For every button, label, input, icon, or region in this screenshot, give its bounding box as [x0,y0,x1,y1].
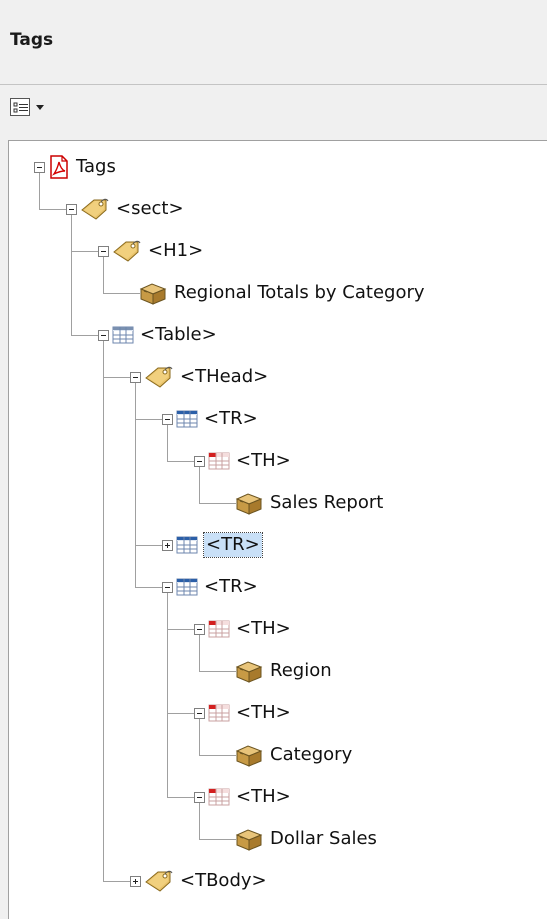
collapse-icon[interactable] [194,624,205,635]
panel-toolbar [0,85,547,140]
collapse-icon[interactable] [162,582,173,593]
tag-icon [144,365,174,393]
tree-node-label: <TH> [236,702,291,723]
collapse-icon[interactable] [162,414,173,425]
tree-node-label: Sales Report [270,492,384,513]
collapse-icon[interactable] [194,708,205,719]
table-header-cell-icon [208,452,230,474]
tree-node-label: <TBody> [180,870,267,891]
expand-icon[interactable] [130,876,141,887]
content-box-icon [234,491,264,519]
pdf-icon [48,155,70,183]
options-menu-icon [10,98,30,116]
tree-node-label: <TH> [236,450,291,471]
tag-icon [144,869,174,897]
collapse-icon[interactable] [130,372,141,383]
table-row-icon [176,410,198,432]
tree-node-label: Regional Totals by Category [174,282,425,303]
table-header-cell-icon [208,620,230,642]
tree-node[interactable] [9,867,547,895]
tree-node-label: <TR> [204,408,258,429]
content-box-icon [234,743,264,771]
content-box-icon [234,827,264,855]
table-row-icon [176,536,198,558]
tree-node[interactable] [9,405,547,433]
content-box-icon [138,281,168,309]
tree-node-label: Region [270,660,332,681]
tree-node-label: <H1> [148,240,204,261]
tree-node-label: <sect> [116,198,184,219]
tree-node-label: Category [270,744,353,765]
tag-icon [80,197,110,225]
tree-node[interactable] [9,321,547,349]
tags-tree[interactable]: Tags <sect> <H1> Regional Totals by Categor… [8,140,547,919]
collapse-icon[interactable] [98,246,109,257]
collapse-icon[interactable] [194,456,205,467]
tree-node-label: <TR> [203,532,263,558]
tree-node[interactable] [9,363,547,391]
collapse-icon[interactable] [34,162,45,173]
tree-node-label: <TH> [236,786,291,807]
tag-icon [112,239,142,267]
table-header-cell-icon [208,788,230,810]
tree-node-label: <TH> [236,618,291,639]
table-icon [112,326,134,348]
panel-title: Tags [10,30,54,50]
tree-node-label: <TR> [204,576,258,597]
panel-header: Tags [0,0,547,85]
expand-icon[interactable] [162,540,173,551]
tree-node-label: <THead> [180,366,269,387]
collapse-icon[interactable] [194,792,205,803]
table-row-icon [176,578,198,600]
tree-node-label: <Table> [140,324,217,345]
tree-node[interactable] [9,531,547,559]
collapse-icon[interactable] [98,330,109,341]
tree-node-label: Tags [76,156,116,177]
tags-panel: Tags Tags <sect> <H1> Regional Totals by Ca… [0,0,547,919]
tree-connector-line [71,215,72,335]
collapse-icon[interactable] [66,204,77,215]
tree-node[interactable] [9,237,547,265]
content-box-icon [234,659,264,687]
chevron-down-icon [36,105,44,110]
table-header-cell-icon [208,704,230,726]
tree-node-label: Dollar Sales [270,828,377,849]
options-menu-button[interactable] [10,96,50,122]
tree-node[interactable] [9,573,547,601]
